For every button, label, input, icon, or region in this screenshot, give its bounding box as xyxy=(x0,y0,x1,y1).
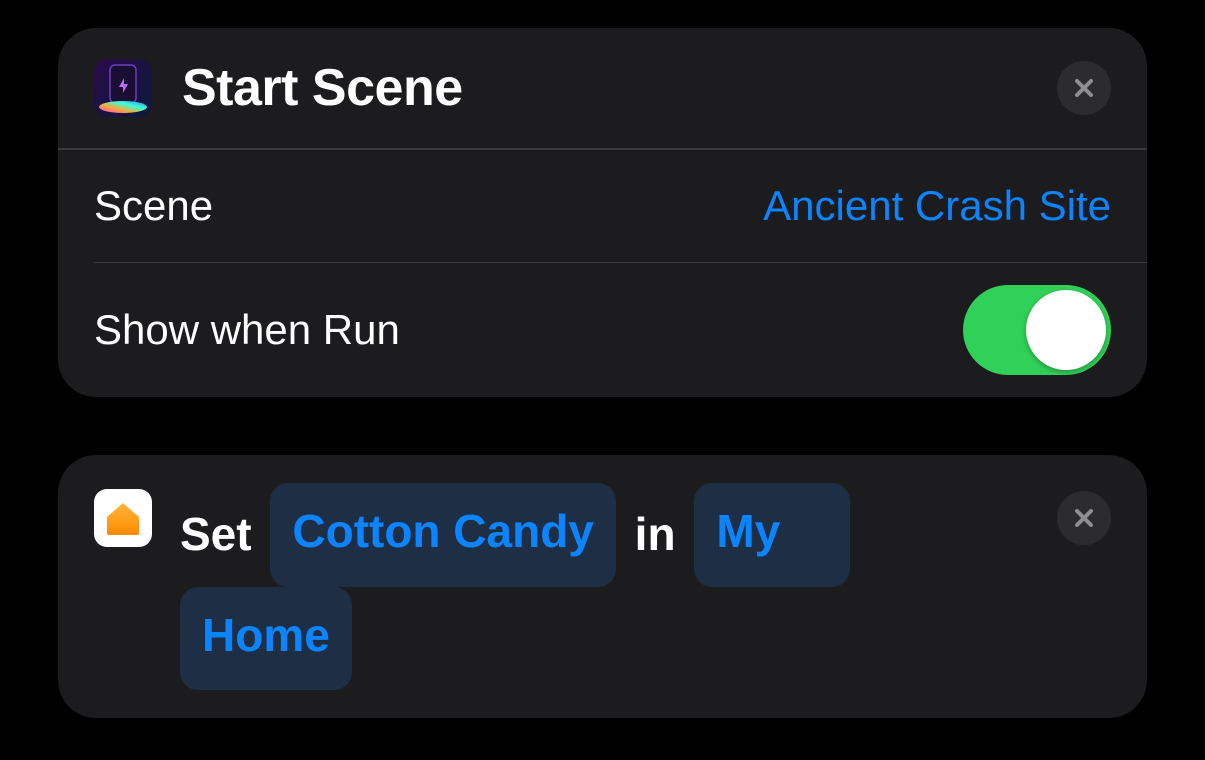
token-home-part-b[interactable]: Home xyxy=(180,587,352,691)
row-scene-label: Scene xyxy=(94,182,763,230)
close-icon xyxy=(1072,76,1096,100)
home-app-icon xyxy=(94,489,152,547)
row-scene-value[interactable]: Ancient Crash Site xyxy=(763,182,1111,230)
row-scene[interactable]: Scene Ancient Crash Site xyxy=(58,150,1147,262)
action-card-set-scene-home: Set Cotton Candy in My Home xyxy=(58,455,1147,718)
close-button[interactable] xyxy=(1057,61,1111,115)
sentence-middle: in xyxy=(635,490,676,580)
sentence-prefix: Set xyxy=(180,490,252,580)
card-header: Start Scene xyxy=(58,28,1147,148)
show-when-run-toggle[interactable] xyxy=(963,285,1111,375)
close-icon xyxy=(1072,506,1096,530)
row-show-when-run: Show when Run xyxy=(58,263,1147,397)
action-sentence: Set Cotton Candy in My Home xyxy=(180,483,1029,690)
toggle-knob xyxy=(1026,290,1106,370)
card-title: Start Scene xyxy=(182,58,1057,118)
close-button[interactable] xyxy=(1057,491,1111,545)
app-icon xyxy=(94,59,152,117)
token-scene[interactable]: Cotton Candy xyxy=(270,483,616,587)
token-home-part-a[interactable]: My xyxy=(694,483,850,587)
row-show-when-run-label: Show when Run xyxy=(94,306,963,354)
action-card-start-scene: Start Scene Scene Ancient Crash Site Sho… xyxy=(58,28,1147,397)
